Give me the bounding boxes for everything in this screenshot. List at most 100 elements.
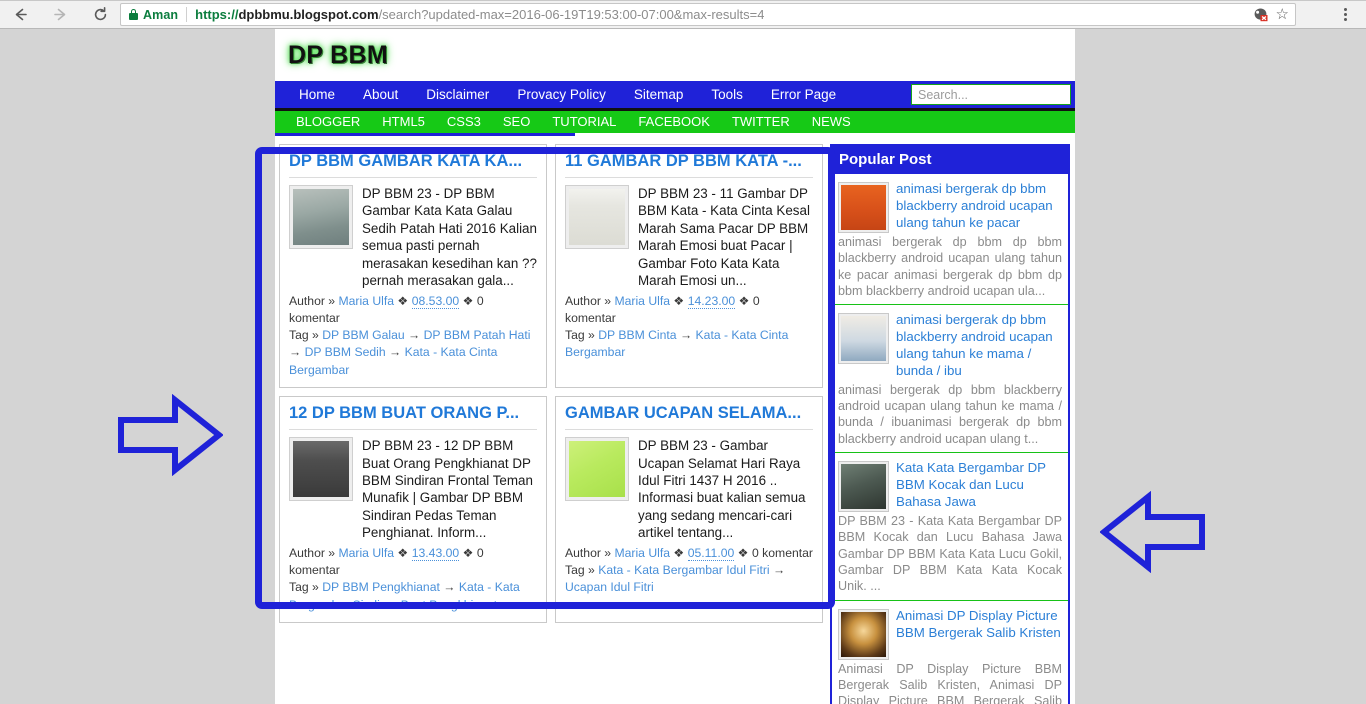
post-author-link[interactable]: Maria Ulfa <box>338 294 394 308</box>
post-time[interactable]: 08.53.00 <box>411 293 460 309</box>
post-body: DP BBM 23 - 11 Gambar DP BBM Kata - Kata… <box>565 184 813 290</box>
post-card[interactable]: DP BBM GAMBAR KATA KA... DP BBM 23 - DP … <box>279 144 547 389</box>
post-card[interactable]: GAMBAR UCAPAN SELAMA... DP BBM 23 - Gamb… <box>555 396 823 623</box>
post-snippet: DP BBM 23 - DP BBM Gambar Kata Kata Gala… <box>362 185 537 289</box>
popular-thumbnail-salib[interactable] <box>838 608 889 660</box>
author-label: Author » <box>565 545 612 560</box>
post-snippet: DP BBM 23 - Gambar Ucapan Selamat Hari R… <box>638 438 806 541</box>
popular-thumbnail-jawa[interactable] <box>838 460 889 512</box>
browser-menu-button[interactable] <box>1332 0 1358 29</box>
post-thumbnail-galau[interactable] <box>289 184 353 249</box>
nav-item-error-page[interactable]: Error Page <box>757 81 850 108</box>
post-title[interactable]: 12 DP BBM BUAT ORANG P... <box>289 404 537 431</box>
subnav-item-news[interactable]: NEWS <box>801 111 862 133</box>
author-label: Author » <box>289 293 336 308</box>
diamond-separator-icon: ❖ <box>462 293 474 308</box>
nav-item-disclaimer[interactable]: Disclaimer <box>412 81 503 108</box>
post-tag-link[interactable]: DP BBM Cinta <box>598 328 676 342</box>
search-input[interactable] <box>916 86 1070 103</box>
post-tag-link[interactable]: Ucapan Idul Fitri <box>565 580 654 594</box>
back-button[interactable] <box>0 0 40 29</box>
popular-post-snippet: Animasi DP Display Picture BBM Bergerak … <box>838 661 1062 704</box>
subnav-item-html5[interactable]: HTML5 <box>371 111 436 133</box>
reload-icon <box>94 7 106 21</box>
category-navigation: BLOGGER HTML5 CSS3 SEO TUTORIAL FACEBOOK… <box>275 111 1075 133</box>
page-viewport: DP BBM Home About Disclaimer Provacy Pol… <box>0 29 1366 704</box>
popular-thumbnail-mama[interactable] <box>838 313 889 365</box>
kebab-dot <box>1343 18 1347 21</box>
url-path: /search?updated-max=2016-06-19T19:53:00-… <box>378 7 765 22</box>
post-tags: Tag » DP BBM Pengkhianat → Kata - Kata B… <box>289 579 537 614</box>
author-label: Author » <box>565 293 612 308</box>
back-arrow-icon <box>15 8 27 21</box>
post-tags: Tag » Kata - Kata Bergambar Idul Fitri →… <box>565 562 813 597</box>
post-thumbnail-sindiran[interactable] <box>289 437 353 502</box>
tag-label: Tag » <box>565 562 595 577</box>
tag-arrow-icon: → <box>772 562 786 577</box>
post-title[interactable]: 11 GAMBAR DP BBM KATA -... <box>565 152 813 178</box>
post-body: DP BBM 23 - 12 DP BBM Buat Orang Pengkhi… <box>289 437 537 542</box>
post-tag-link[interactable]: Kata - Kata Bergambar Idul Fitri <box>598 563 769 577</box>
nav-item-privacy-policy[interactable]: Provacy Policy <box>503 81 620 108</box>
post-time[interactable]: 14.23.00 <box>687 293 736 309</box>
tag-label: Tag » <box>565 328 595 343</box>
post-tag-link[interactable]: DP BBM Pengkhianat <box>322 580 440 594</box>
diamond-separator-icon: ❖ <box>397 293 409 308</box>
post-meta: Author » Maria Ulfa ❖ 08.53.00 ❖ 0 komen… <box>289 293 537 328</box>
lock-icon <box>129 9 138 20</box>
popular-post-item[interactable]: animasi bergerak dp bbm blackberry andro… <box>832 305 1068 453</box>
reload-button[interactable] <box>80 0 120 29</box>
forward-button[interactable] <box>40 0 80 29</box>
tag-arrow-icon: → <box>443 580 456 595</box>
subnav-item-css3[interactable]: CSS3 <box>436 111 492 133</box>
url-scheme: https:// <box>195 7 239 22</box>
popular-thumbnail-happy-birthday[interactable] <box>838 182 889 233</box>
post-tag-link[interactable]: DP BBM Sedih <box>305 345 386 359</box>
post-author-link[interactable]: Maria Ulfa <box>614 294 670 308</box>
post-time[interactable]: 05.11.00 <box>687 545 735 561</box>
post-card[interactable]: 11 GAMBAR DP BBM KATA -... DP BBM 23 - 1… <box>555 144 823 389</box>
popular-post-snippet: animasi bergerak dp bbm blackberry andro… <box>838 382 1062 446</box>
popular-post-item[interactable]: Kata Kata Bergambar DP BBM Kocak dan Luc… <box>832 453 1068 601</box>
url-host: dpbbmu.blogspot.com <box>238 7 379 22</box>
subnav-item-seo[interactable]: SEO <box>492 111 541 133</box>
popular-post-item[interactable]: animasi bergerak dp bbm blackberry andro… <box>832 174 1068 306</box>
post-card[interactable]: 12 DP BBM BUAT ORANG P... DP BBM 23 - 12… <box>279 396 547 623</box>
popular-post-sidebar: Popular Post animasi bergerak dp bbm bla… <box>830 144 1070 704</box>
subnav-item-facebook[interactable]: FACEBOOK <box>627 111 721 133</box>
search-box[interactable] <box>911 84 1071 105</box>
popular-post-snippet: DP BBM 23 - Kata Kata Bergambar DP BBM K… <box>838 513 1062 594</box>
diamond-separator-icon: ❖ <box>737 545 749 560</box>
security-indicator[interactable]: Aman <box>121 8 178 22</box>
nav-item-about[interactable]: About <box>349 81 412 108</box>
popular-post-item[interactable]: Animasi DP Display Picture BBM Bergerak … <box>832 601 1068 704</box>
post-title[interactable]: DP BBM GAMBAR KATA KA... <box>289 152 537 178</box>
subnav-item-tutorial[interactable]: TUTORIAL <box>541 111 627 133</box>
post-author-link[interactable]: Maria Ulfa <box>614 546 670 560</box>
kebab-dot <box>1343 8 1347 11</box>
post-time[interactable]: 13.43.00 <box>411 545 460 561</box>
forward-arrow-icon <box>53 8 65 21</box>
post-body: DP BBM 23 - Gambar Ucapan Selamat Hari R… <box>565 437 813 542</box>
post-author-link[interactable]: Maria Ulfa <box>338 546 394 560</box>
site-logo[interactable]: DP BBM <box>288 41 388 70</box>
post-tag-link[interactable]: DP BBM Patah Hati <box>424 328 531 342</box>
subnav-item-blogger[interactable]: BLOGGER <box>285 111 371 133</box>
kebab-dot <box>1343 13 1347 16</box>
post-tag-link[interactable]: DP BBM Galau <box>322 328 404 342</box>
post-thumbnail-marah[interactable] <box>565 184 629 249</box>
diamond-separator-icon: ❖ <box>738 293 750 308</box>
nav-item-tools[interactable]: Tools <box>697 81 757 108</box>
nav-item-home[interactable]: Home <box>285 81 349 108</box>
bookmark-star-icon[interactable]: ☆ <box>1276 7 1289 22</box>
post-thumbnail-idulfitri[interactable] <box>565 437 629 502</box>
nav-item-sitemap[interactable]: Sitemap <box>620 81 698 108</box>
post-tags: Tag » DP BBM Cinta → Kata - Kata Cinta B… <box>565 327 813 362</box>
omnibox-actions: ☆ <box>1253 7 1295 22</box>
post-meta: Author » Maria Ulfa ❖ 13.43.00 ❖ 0 komen… <box>289 545 537 580</box>
extension-blocked-icon[interactable] <box>1253 7 1268 22</box>
post-title[interactable]: GAMBAR UCAPAN SELAMA... <box>565 404 813 431</box>
subnav-item-twitter[interactable]: TWITTER <box>721 111 801 133</box>
address-bar[interactable]: Aman https://dpbbmu.blogspot.com/search?… <box>120 3 1296 26</box>
site-header: DP BBM <box>275 29 1075 81</box>
